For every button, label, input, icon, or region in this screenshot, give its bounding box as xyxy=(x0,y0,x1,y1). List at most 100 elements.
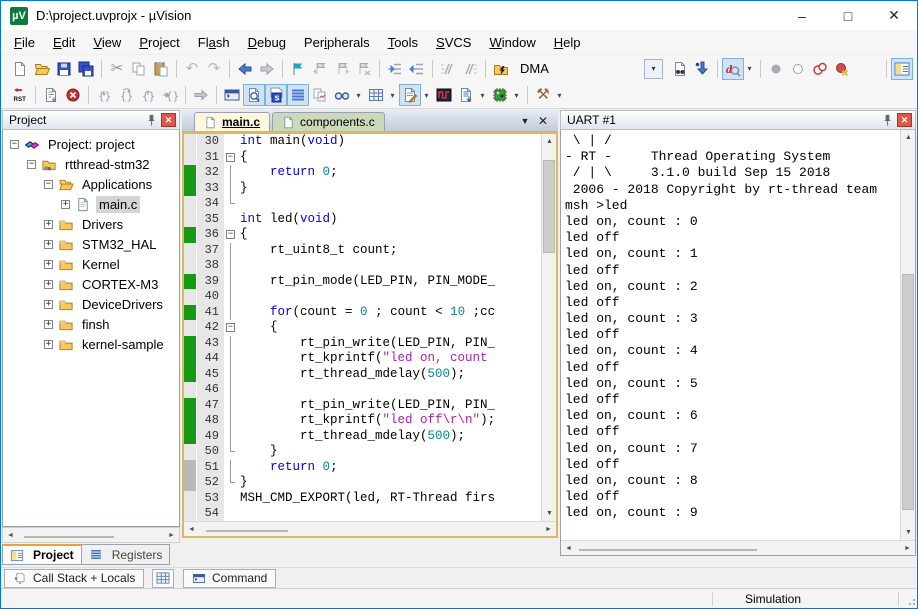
watch-dropdown-icon[interactable]: ▾ xyxy=(353,84,364,106)
pin-icon[interactable] xyxy=(880,113,895,128)
code-line-46[interactable]: 46 xyxy=(184,382,541,398)
uart-hscrollbar[interactable]: ◄ ► xyxy=(561,540,915,555)
menu-view[interactable]: View xyxy=(84,32,130,53)
code-line-51[interactable]: 51 return 0; xyxy=(184,460,541,476)
nav-back-button[interactable] xyxy=(234,58,256,80)
command-window-button[interactable] xyxy=(221,84,243,106)
cut-button[interactable]: ✂ xyxy=(106,58,128,80)
tree-item-finsh[interactable]: +finsh xyxy=(3,314,179,334)
editor-tab-main-c[interactable]: main.c xyxy=(194,112,270,131)
code-line-45[interactable]: 45 rt_thread_mdelay(500); xyxy=(184,367,541,383)
project-panel-close-icon[interactable]: ✕ xyxy=(161,113,176,127)
disassembly-button[interactable] xyxy=(243,84,265,106)
expand-icon[interactable]: + xyxy=(44,240,53,249)
view-doc-button[interactable] xyxy=(40,84,62,106)
tree-item-cortex-m3[interactable]: +CORTEX-M3 xyxy=(3,274,179,294)
resize-grip[interactable] xyxy=(901,591,917,607)
tree-item-kernel[interactable]: +Kernel xyxy=(3,254,179,274)
open-folder-button[interactable] xyxy=(31,58,53,80)
panel-tab-registers[interactable]: Registers xyxy=(81,544,171,565)
editor-vscrollbar[interactable]: ▲ ▼ xyxy=(541,134,556,521)
expand-icon[interactable]: + xyxy=(44,220,53,229)
code-line-31[interactable]: 31−{ xyxy=(184,150,541,166)
nav-forward-button[interactable] xyxy=(256,58,278,80)
flash-download-button[interactable] xyxy=(490,58,512,80)
undo-button[interactable]: ↶ xyxy=(181,58,203,80)
code-line-52[interactable]: 52} xyxy=(184,475,541,491)
code-line-34[interactable]: 34 xyxy=(184,196,541,212)
stop-button[interactable] xyxy=(62,84,84,106)
logic-analyzer-button[interactable] xyxy=(433,84,455,106)
code-line-43[interactable]: 43 rt_pin_write(LED_PIN, PIN_ xyxy=(184,336,541,352)
code-line-30[interactable]: 30int main(void) xyxy=(184,134,541,150)
project-hscrollbar[interactable]: ◄ ► xyxy=(2,527,180,543)
incremental-find-dropdown-icon[interactable]: ▾ xyxy=(744,58,755,80)
code-line-49[interactable]: 49 rt_thread_mdelay(500); xyxy=(184,429,541,445)
minimize-button[interactable]: – xyxy=(779,1,825,30)
uart-output[interactable]: \ | /- RT - Thread Operating System / | … xyxy=(561,130,900,540)
run-to-button[interactable]: {} xyxy=(159,84,181,106)
tree-item-drivers[interactable]: +Drivers xyxy=(3,214,179,234)
peripherals-dropdown-icon[interactable]: ▾ xyxy=(511,84,522,106)
step-over-button[interactable]: {} xyxy=(115,84,137,106)
maximize-button[interactable]: □ xyxy=(825,1,871,30)
find-in-files-button[interactable] xyxy=(669,58,691,80)
expand-icon[interactable]: + xyxy=(44,340,53,349)
menu-project[interactable]: Project xyxy=(130,32,188,53)
code-line-35[interactable]: 35int led(void) xyxy=(184,212,541,228)
tree-item-kernel-sample[interactable]: +kernel-sample xyxy=(3,334,179,354)
bookmark-prev-button[interactable] xyxy=(309,58,331,80)
outdent-button[interactable] xyxy=(406,58,428,80)
collapse-icon[interactable]: − xyxy=(27,160,36,169)
indent-button[interactable] xyxy=(384,58,406,80)
close-button[interactable]: ✕ xyxy=(871,1,917,30)
tree-item-applications[interactable]: −Applications xyxy=(3,174,179,194)
collapse-icon[interactable]: − xyxy=(44,180,53,189)
code-line-42[interactable]: 42− { xyxy=(184,320,541,336)
comment-button[interactable] xyxy=(437,58,459,80)
code-line-50[interactable]: 50 } xyxy=(184,444,541,460)
bp-all-button[interactable] xyxy=(809,58,831,80)
code-line-39[interactable]: 39 rt_pin_mode(LED_PIN, PIN_MODE_ xyxy=(184,274,541,290)
step-in-button[interactable]: {} xyxy=(93,84,115,106)
bp-enabled-button[interactable] xyxy=(787,58,809,80)
menu-peripherals[interactable]: Peripherals xyxy=(295,32,379,53)
expand-icon[interactable]: + xyxy=(44,280,53,289)
menu-window[interactable]: Window xyxy=(480,32,544,53)
menu-flash[interactable]: Flash xyxy=(189,32,239,53)
target-select-combobox[interactable]: DMA xyxy=(512,59,644,79)
serial-pen-dropdown-icon[interactable]: ▾ xyxy=(421,84,432,106)
new-file-button[interactable] xyxy=(9,58,31,80)
copy-button[interactable] xyxy=(128,58,150,80)
paste-button[interactable] xyxy=(150,58,172,80)
document-list-icon[interactable]: ▼ xyxy=(516,116,534,126)
code-line-54[interactable]: 54 xyxy=(184,506,541,521)
redo-button[interactable]: ↷ xyxy=(203,58,225,80)
analysis-button[interactable] xyxy=(309,84,331,106)
close-document-icon[interactable]: ✕ xyxy=(534,114,552,128)
code-line-37[interactable]: 37 rt_uint8_t count; xyxy=(184,243,541,259)
tools-button[interactable]: ⚒ xyxy=(532,84,554,106)
memory-window-button[interactable] xyxy=(152,569,174,588)
system-viewer-button[interactable] xyxy=(455,84,477,106)
symbols-button[interactable]: s xyxy=(265,84,287,106)
memory-dropdown-icon[interactable]: ▾ xyxy=(387,84,398,106)
pin-icon[interactable] xyxy=(144,113,159,128)
code-line-33[interactable]: 33} xyxy=(184,181,541,197)
menu-debug[interactable]: Debug xyxy=(239,32,295,53)
code-line-44[interactable]: 44 rt_kprintf("led on, count xyxy=(184,351,541,367)
uart-vscrollbar[interactable]: ▲ ▼ xyxy=(900,130,915,540)
save-button[interactable] xyxy=(53,58,75,80)
fold-margin[interactable]: − xyxy=(224,150,237,166)
fold-margin[interactable]: − xyxy=(224,227,237,243)
tree-item-main-c[interactable]: +main.c xyxy=(3,194,179,214)
menu-file[interactable]: File xyxy=(5,32,44,53)
fold-margin[interactable]: − xyxy=(224,320,237,336)
memory-button[interactable] xyxy=(365,84,387,106)
expand-icon[interactable]: + xyxy=(61,200,70,209)
editor-tab-components-c[interactable]: components.c xyxy=(272,112,385,131)
serial-windows-button[interactable] xyxy=(287,84,309,106)
serial-pen-button[interactable] xyxy=(399,84,421,106)
bookmark-clear-button[interactable] xyxy=(353,58,375,80)
uncomment-button[interactable] xyxy=(459,58,481,80)
